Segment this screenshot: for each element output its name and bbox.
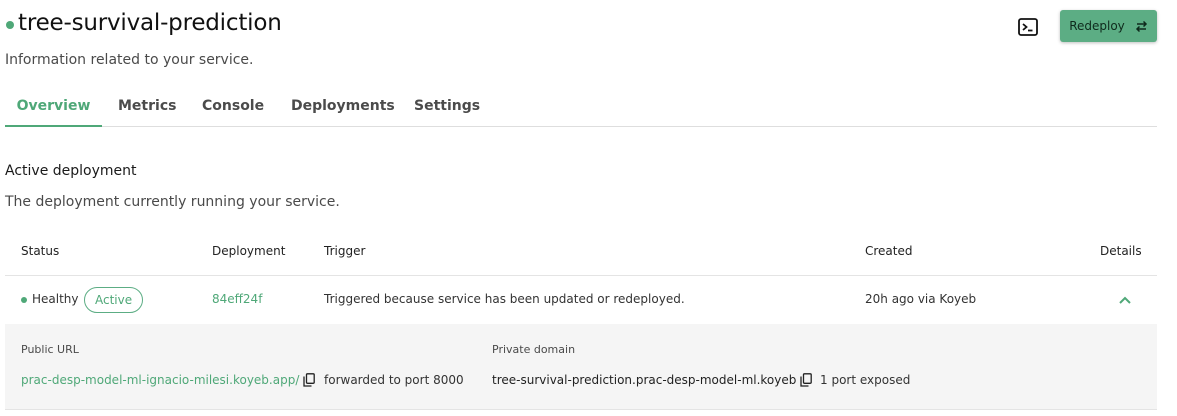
tab-bar: Overview Metrics Console Deployments Set… bbox=[5, 86, 1157, 127]
private-domain-text: tree-survival-prediction.prac-desp-model… bbox=[492, 373, 797, 387]
column-deployment: Deployment bbox=[212, 244, 286, 258]
column-status: Status bbox=[21, 244, 60, 258]
table-header: Status Deployment Trigger Created Detail… bbox=[5, 228, 1157, 276]
private-domain-label: Private domain bbox=[492, 343, 576, 356]
deployment-id-link[interactable]: 84eff24f bbox=[212, 292, 262, 306]
tab-overview[interactable]: Overview bbox=[5, 86, 102, 127]
page-title: tree-survival-prediction bbox=[18, 10, 282, 36]
tab-console[interactable]: Console bbox=[202, 86, 264, 127]
section-subtitle: The deployment currently running your se… bbox=[5, 194, 340, 210]
created-text: 20h ago via Koyeb bbox=[865, 292, 977, 306]
redeploy-button[interactable]: Redeploy bbox=[1060, 10, 1157, 42]
terminal-icon bbox=[1018, 18, 1038, 36]
status-badge: Active bbox=[84, 287, 144, 313]
trigger-text: Triggered because service has been updat… bbox=[324, 292, 685, 306]
copy-icon[interactable] bbox=[303, 373, 315, 387]
copy-icon[interactable] bbox=[800, 373, 812, 387]
public-url-link[interactable]: prac-desp-model-ml-ignacio-milesi.koyeb.… bbox=[21, 373, 299, 387]
health-dot bbox=[21, 297, 27, 303]
deployment-table: Status Deployment Trigger Created Detail… bbox=[5, 228, 1157, 410]
table-row: Healthy Active 84eff24f Triggered becaus… bbox=[5, 276, 1157, 324]
page-subtitle: Information related to your service. bbox=[5, 52, 254, 68]
public-port-text: forwarded to port 8000 bbox=[324, 373, 464, 387]
service-status-dot bbox=[6, 21, 14, 29]
tab-deployments[interactable]: Deployments bbox=[291, 86, 395, 127]
deployment-details: Public URL prac-desp-model-ml-ignacio-mi… bbox=[5, 324, 1157, 410]
redeploy-button-label: Redeploy bbox=[1069, 19, 1125, 33]
private-ports-text: 1 port exposed bbox=[820, 373, 911, 387]
console-button[interactable] bbox=[1015, 14, 1041, 40]
column-created: Created bbox=[865, 244, 913, 258]
health-status: Healthy bbox=[32, 292, 79, 306]
section-title: Active deployment bbox=[5, 163, 137, 179]
service-header: tree-survival-prediction Information rel… bbox=[0, 0, 1177, 80]
chevron-up-icon[interactable] bbox=[1118, 293, 1132, 307]
column-trigger: Trigger bbox=[324, 244, 366, 258]
tab-metrics[interactable]: Metrics bbox=[118, 86, 176, 127]
tab-settings[interactable]: Settings bbox=[414, 86, 480, 127]
column-details: Details bbox=[1100, 244, 1142, 258]
public-url-label: Public URL bbox=[21, 343, 79, 356]
redeploy-icon bbox=[1135, 20, 1147, 32]
